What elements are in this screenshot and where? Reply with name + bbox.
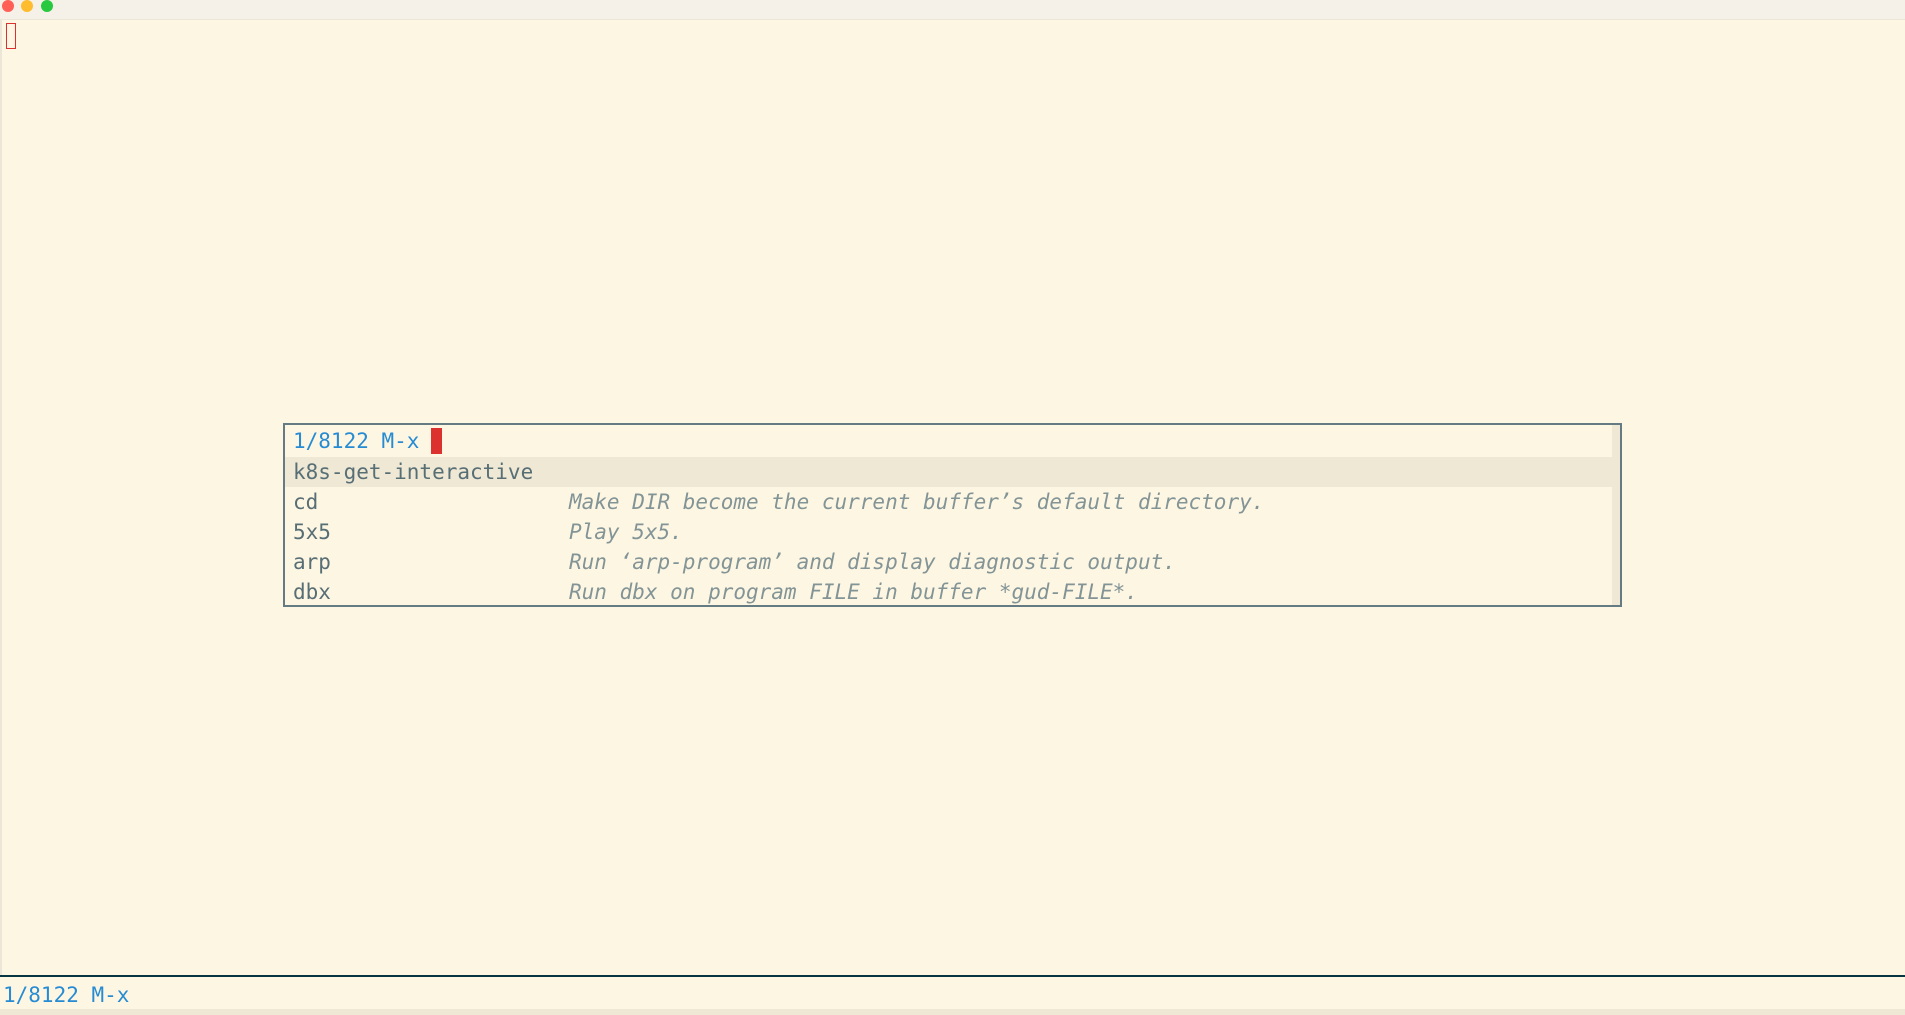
candidate-description: Make DIR become the current buffer’s def… (569, 490, 1265, 514)
candidate-description: Play 5x5. (569, 520, 683, 544)
candidate-name: cd (293, 490, 319, 514)
candidate-name: arp (293, 550, 331, 574)
completion-candidate[interactable]: cd Make DIR become the current buffer’s … (285, 487, 1612, 517)
echo-area-text: 1/8122 M-x (3, 983, 130, 1007)
completion-candidate[interactable]: arp Run ‘arp-program’ and display diagno… (285, 547, 1612, 577)
prompt-text: 1/8122 M-x (293, 429, 420, 453)
completion-candidate-selected[interactable]: k8s-get-interactive (285, 457, 1612, 487)
minimize-window-button[interactable] (21, 0, 33, 12)
minibuffer-prompt[interactable]: 1/8122 M-x (293, 427, 443, 455)
candidate-name: 5x5 (293, 520, 331, 544)
candidate-name: dbx (293, 580, 331, 604)
window-bottom-edge (0, 1009, 1905, 1015)
emacs-window: 1/8122 M-x k8s-get-interactive cd Make D… (0, 0, 1905, 1015)
candidate-description: Run ‘arp-program’ and display diagnostic… (569, 550, 1176, 574)
popup-scrollbar[interactable] (1612, 425, 1620, 605)
title-bar (0, 0, 1905, 20)
candidate-name: k8s-get-interactive (293, 460, 534, 484)
command-completion-popup[interactable]: 1/8122 M-x k8s-get-interactive cd Make D… (283, 423, 1622, 607)
zoom-window-button[interactable] (41, 0, 53, 12)
completion-candidate[interactable]: 5x5 Play 5x5. (285, 517, 1612, 547)
completion-candidate[interactable]: dbx Run dbx on program FILE in buffer *g… (285, 577, 1612, 605)
point-cursor (6, 23, 16, 49)
input-cursor (431, 428, 443, 454)
candidate-description: Run dbx on program FILE in buffer *gud-F… (569, 580, 1138, 604)
close-window-button[interactable] (2, 0, 14, 12)
